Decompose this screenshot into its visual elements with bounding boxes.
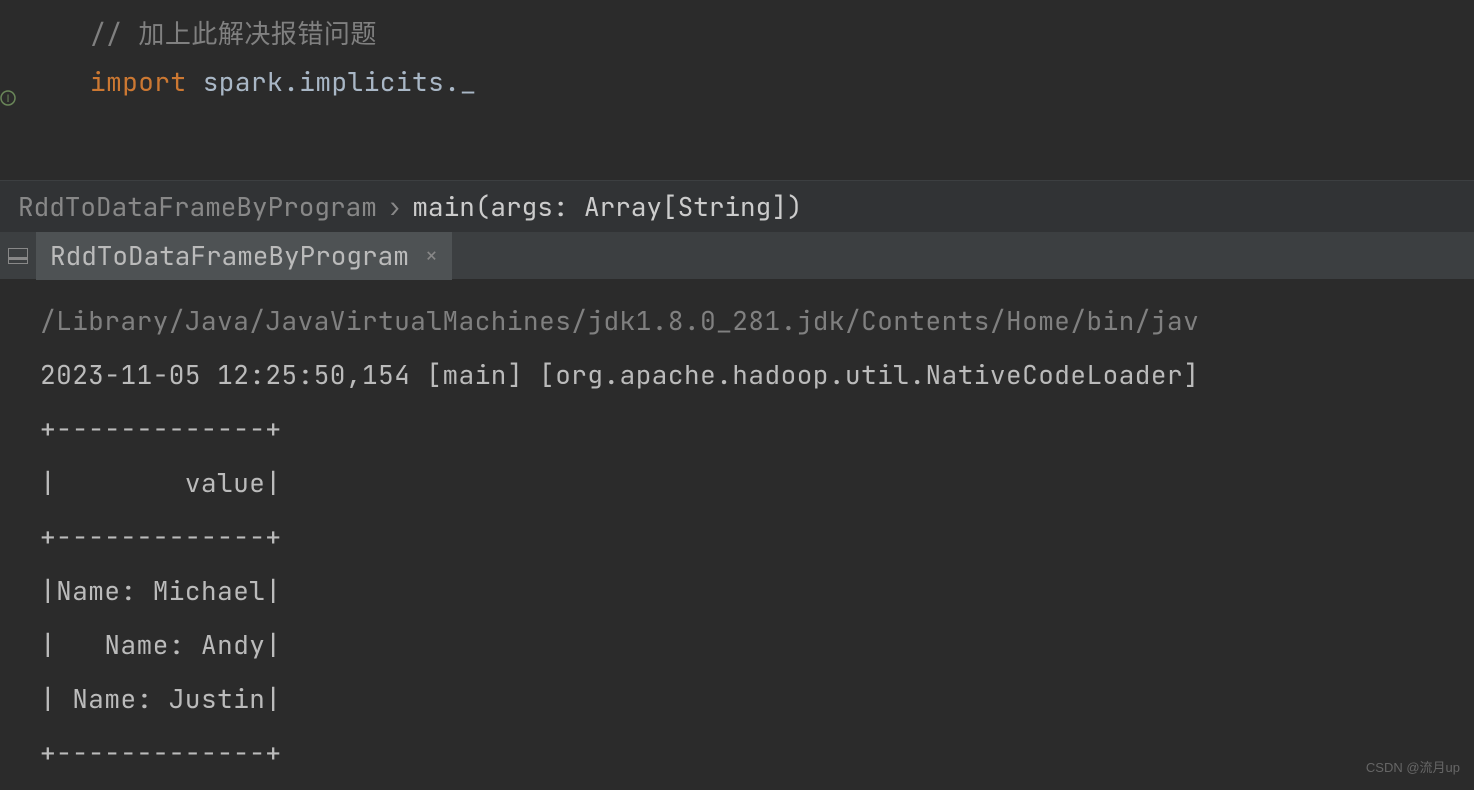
console-output-line: |Name: Michael| [40, 564, 1474, 618]
console-output-line: +-------------+ [40, 510, 1474, 564]
comment-prefix: // [90, 16, 138, 51]
run-tab[interactable]: RddToDataFrameByProgram × [36, 232, 452, 280]
comment-text: 加上此解决报错问题 [138, 16, 377, 51]
import-keyword: import [90, 64, 187, 99]
watermark: CSDN @流月up [1366, 757, 1460, 776]
code-line-comment: // 加上此解决报错问题 [20, 10, 1474, 58]
console-output-line: +-------------+ [40, 726, 1474, 780]
code-editor[interactable]: I // 加上此解决报错问题 import spark.implicits._ [0, 0, 1474, 180]
interface-gutter-icon: I [0, 90, 16, 106]
run-panel-tabs: RddToDataFrameByProgram × [0, 232, 1474, 280]
console-output[interactable]: /Library/Java/JavaVirtualMachines/jdk1.8… [0, 280, 1474, 780]
breadcrumb: RddToDataFrameByProgram › main(args: Arr… [0, 180, 1474, 232]
console-path-line: /Library/Java/JavaVirtualMachines/jdk1.8… [40, 294, 1474, 348]
close-icon[interactable]: × [425, 241, 438, 270]
console-output-line: | Name: Justin| [40, 672, 1474, 726]
import-path: spark.implicits._ [187, 64, 477, 99]
svg-text:I: I [6, 93, 9, 105]
layout-icon[interactable] [8, 248, 28, 264]
run-tab-title: RddToDataFrameByProgram [50, 238, 409, 273]
console-output-line: | Name: Andy| [40, 618, 1474, 672]
console-output-line: | value| [40, 456, 1474, 510]
breadcrumb-separator: › [387, 189, 403, 224]
breadcrumb-method[interactable]: main(args: Array[String]) [412, 189, 802, 224]
console-log-line: 2023-11-05 12:25:50,154 [main] [org.apac… [40, 348, 1474, 402]
code-line-import: import spark.implicits._ [20, 58, 1474, 106]
console-output-line: +-------------+ [40, 402, 1474, 456]
breadcrumb-class[interactable]: RddToDataFrameByProgram [18, 189, 377, 224]
